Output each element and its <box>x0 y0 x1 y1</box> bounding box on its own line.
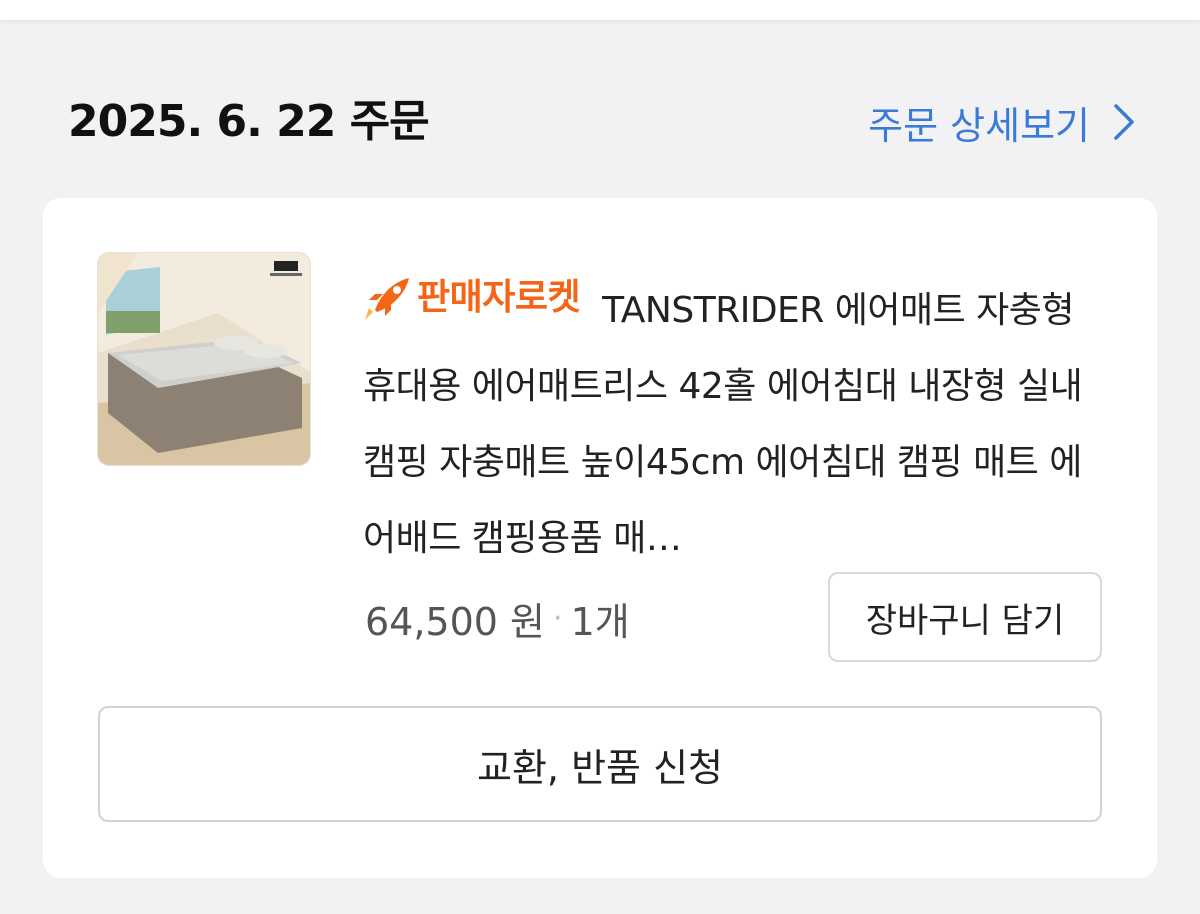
product-quantity: 1개 <box>570 599 630 644</box>
air-mattress-image <box>98 253 310 465</box>
rocket-icon <box>365 278 409 320</box>
seller-rocket-label: 판매자로켓 <box>417 277 581 318</box>
order-detail-label: 주문 상세보기 <box>868 103 1090 148</box>
price-quantity-row: 64,500 원 · 1개 <box>365 588 630 648</box>
top-app-bar-edge <box>0 0 1200 20</box>
order-detail-link[interactable]: 주문 상세보기 <box>868 92 1136 152</box>
product-price: 64,500 원 <box>365 599 546 644</box>
order-item-card: 판매자로켓 TANSTRIDER 에어매트 자충형 휴대용 에어매트리스 42홀… <box>43 198 1157 878</box>
order-header: 2025. 6. 22 주문 주문 상세보기 <box>68 92 1148 152</box>
separator-dot: · <box>553 600 563 636</box>
add-to-cart-button[interactable]: 장바구니 담기 <box>828 572 1102 662</box>
order-date-title: 2025. 6. 22 주문 <box>68 96 430 147</box>
chevron-right-icon <box>1114 104 1134 140</box>
product-title[interactable]: 판매자로켓 TANSTRIDER 에어매트 자충형 휴대용 에어매트리스 42홀… <box>363 260 1103 577</box>
exchange-return-button[interactable]: 교환, 반품 신청 <box>98 706 1102 822</box>
seller-rocket-badge: 판매자로켓 <box>363 260 581 336</box>
product-image[interactable] <box>97 252 311 466</box>
